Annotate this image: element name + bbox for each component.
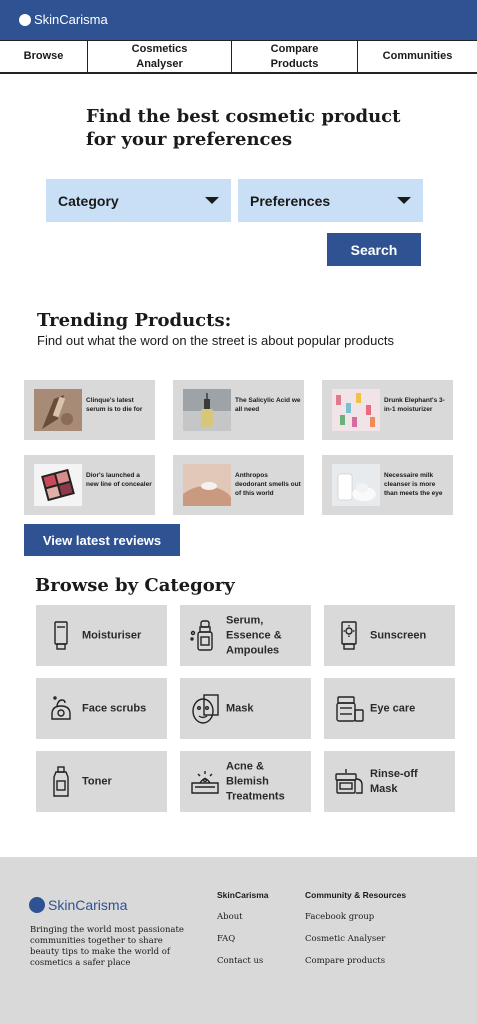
trending-card[interactable]: Anthropos deodorant smells out of this w… [173, 455, 304, 515]
category-label: Rinse-off Mask [370, 767, 418, 795]
top-bar: SkinCarisma [0, 0, 477, 40]
hero-title: Find the best cosmetic product for your … [86, 106, 401, 150]
category-label: Acne & Blemish Treatments [226, 760, 285, 802]
trending-card-text: Necessaire milk cleanser is more than me… [384, 472, 443, 497]
trending-title: Trending Products: [37, 310, 232, 331]
footer-brand-name: SkinCarisma [48, 897, 128, 913]
tab-browse[interactable]: Browse [0, 41, 88, 72]
footer-column-skincarisma: SkinCarisma About FAQ Contact us [217, 890, 269, 978]
category-label: Face scrubs [82, 702, 147, 714]
trending-card-text: Clinque's latest serum is to die for [86, 397, 143, 413]
brand-logo[interactable]: SkinCarisma [19, 12, 108, 27]
category-toner[interactable]: Toner [36, 751, 167, 812]
footer-link-facebook-group[interactable]: Facebook group [305, 912, 406, 922]
trending-card-text: Anthropos deodorant smells out of this w… [235, 472, 301, 497]
trending-card-text: Dior's launched a new line of concealer [86, 472, 152, 488]
eye-cream-jar-icon [336, 696, 364, 722]
category-acne-blemish[interactable]: Acne & Blemish Treatments [180, 751, 311, 812]
tab-communities[interactable]: Communities [358, 41, 477, 72]
acne-skin-icon [191, 771, 219, 794]
dropper-icon [190, 620, 213, 651]
dropper-bottle-photo [34, 389, 82, 431]
caret-down-icon [397, 197, 411, 204]
trending-subtitle: Find out what the word on the street is … [37, 333, 394, 348]
trending-card-text: The Salicylic Acid we all need [235, 397, 301, 413]
category-label: Moisturiser [82, 629, 142, 641]
sunscreen-icon [341, 621, 357, 650]
footer-link-contact[interactable]: Contact us [217, 956, 269, 966]
logo-icon [19, 13, 31, 26]
makeup-palette-photo [34, 464, 82, 506]
trending-card[interactable]: Necessaire milk cleanser is more than me… [322, 455, 453, 515]
tube-icon [54, 621, 68, 650]
footer-tagline: Bringing the world most passionate commu… [30, 925, 184, 968]
footer-brand[interactable]: SkinCarisma [29, 897, 127, 913]
toner-bottle-icon [53, 766, 69, 797]
brand-name: SkinCarisma [34, 12, 108, 27]
trending-card[interactable]: The Salicylic Acid we all need [173, 380, 304, 440]
category-moisturiser[interactable]: Moisturiser [36, 605, 167, 666]
cream-hand-photo [183, 464, 231, 506]
logo-icon [29, 897, 45, 913]
caret-down-icon [205, 197, 219, 204]
browse-by-category-title: Browse by Category [35, 575, 235, 596]
milk-cleanser-photo [332, 464, 380, 506]
footer-column-heading: Community & Resources [305, 890, 407, 900]
rinse-mask-jar-icon [335, 769, 363, 794]
category-face-scrubs[interactable]: Face scrubs [36, 678, 167, 739]
face-mask-icon [192, 694, 219, 724]
category-eye-care[interactable]: Eye care [324, 678, 455, 739]
footer-column-community: Community & Resources Facebook group Cos… [305, 890, 406, 978]
trending-card[interactable]: Dior's launched a new line of concealer [24, 455, 155, 515]
category-rinse-off-mask[interactable]: Rinse-off Mask [324, 751, 455, 812]
serum-bottle-photo [183, 389, 231, 431]
tab-cosmetics-analyser[interactable]: Cosmetics Analyser [88, 41, 232, 72]
category-label: Toner [82, 775, 112, 787]
footer-link-compare-products[interactable]: Compare products [305, 956, 406, 966]
category-select[interactable]: Category [46, 179, 231, 222]
colorful-bottles-photo [332, 389, 380, 431]
category-serum[interactable]: Serum, Essence & Ampoules [180, 605, 311, 666]
preferences-select-label: Preferences [250, 192, 331, 209]
tab-compare-products[interactable]: Compare Products [232, 41, 358, 72]
category-label: Sunscreen [370, 629, 427, 641]
trending-card[interactable]: Drunk Elephant's 3-in-1 moisturizer [322, 380, 453, 440]
category-label: Serum, Essence & Ampoules [226, 614, 282, 656]
preferences-select[interactable]: Preferences [238, 179, 423, 222]
footer-link-faq[interactable]: FAQ [217, 934, 269, 944]
footer-link-about[interactable]: About [217, 912, 269, 922]
main-nav: Browse Cosmetics Analyser Compare Produc… [0, 40, 477, 74]
trending-card[interactable]: Clinque's latest serum is to die for [24, 380, 155, 440]
category-mask[interactable]: Mask [180, 678, 311, 739]
category-label: Eye care [370, 702, 416, 714]
category-label: Mask [226, 702, 254, 714]
footer-column-heading: SkinCarisma [217, 890, 269, 900]
trending-card-text: Drunk Elephant's 3-in-1 moisturizer [384, 397, 445, 413]
scrub-icon [51, 696, 71, 720]
view-latest-reviews-button[interactable]: View latest reviews [24, 524, 180, 556]
footer-link-cosmetic-analyser[interactable]: Cosmetic Analyser [305, 934, 406, 944]
category-select-label: Category [58, 192, 119, 209]
category-sunscreen[interactable]: Sunscreen [324, 605, 455, 666]
search-button[interactable]: Search [327, 233, 421, 266]
